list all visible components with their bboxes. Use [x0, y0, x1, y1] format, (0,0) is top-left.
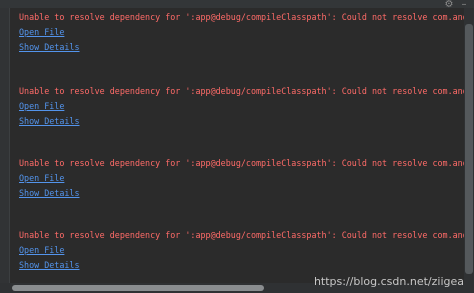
build-output-window: ⚙ – Unable to resolve dependency for ':a…: [0, 0, 474, 293]
error-entry: Unable to resolve dependency for ':app@d…: [19, 84, 464, 129]
error-entry: Unable to resolve dependency for ':app@d…: [19, 156, 464, 201]
vertical-scrollbar[interactable]: [464, 8, 474, 283]
show-details-link[interactable]: Show Details: [19, 114, 464, 129]
show-details-link[interactable]: Show Details: [19, 186, 464, 201]
error-message: Unable to resolve dependency for ':app@d…: [19, 12, 464, 22]
error-message: Unable to resolve dependency for ':app@d…: [19, 158, 464, 168]
open-file-link[interactable]: Open File: [19, 171, 464, 186]
error-entry: Unable to resolve dependency for ':app@d…: [19, 10, 464, 55]
open-file-link[interactable]: Open File: [19, 99, 464, 114]
console-output: Unable to resolve dependency for ':app@d…: [10, 8, 464, 283]
show-details-link[interactable]: Show Details: [19, 258, 464, 273]
error-message: Unable to resolve dependency for ':app@d…: [19, 86, 464, 96]
vertical-scroll-thumb[interactable]: [465, 24, 473, 274]
open-file-link[interactable]: Open File: [19, 25, 464, 40]
watermark: https://blog.csdn.net/ziigea: [313, 275, 464, 288]
left-gutter: [0, 8, 10, 293]
show-details-link[interactable]: Show Details: [19, 40, 464, 55]
open-file-link[interactable]: Open File: [19, 243, 464, 258]
error-entry: Unable to resolve dependency for ':app@d…: [19, 228, 464, 273]
tool-window-header: ⚙ –: [0, 0, 474, 10]
horizontal-scroll-thumb[interactable]: [12, 285, 264, 291]
error-message: Unable to resolve dependency for ':app@d…: [19, 230, 464, 240]
